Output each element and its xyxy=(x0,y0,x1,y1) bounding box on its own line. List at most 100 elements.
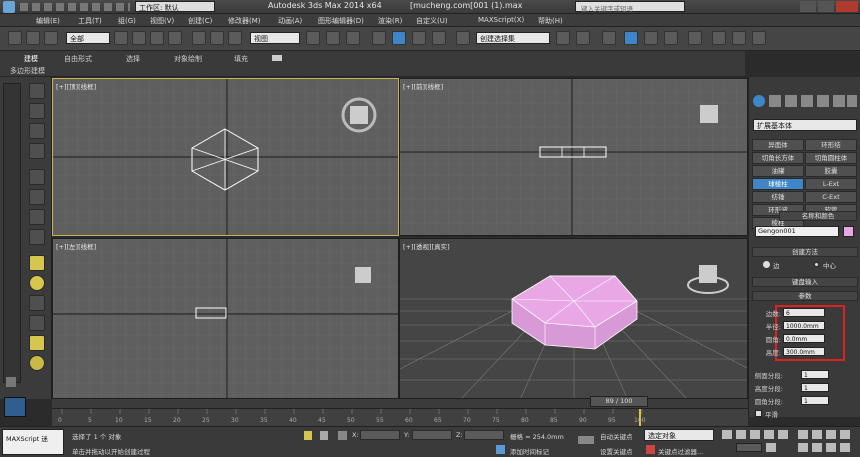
window-close-icon[interactable] xyxy=(836,1,858,12)
menu-graph-editors[interactable]: 图形编辑器(D) xyxy=(318,16,364,26)
shapes-icon[interactable] xyxy=(769,95,781,107)
x-coordinate-field[interactable] xyxy=(360,430,400,440)
key-filters-button[interactable]: 关键点过滤器... xyxy=(658,446,703,456)
mirror-icon[interactable] xyxy=(556,31,570,45)
add-time-tag-label[interactable]: 添加时间标记 xyxy=(510,446,549,456)
snap-toggle-icon[interactable] xyxy=(372,31,386,45)
zoom-extents-icon[interactable] xyxy=(826,430,836,439)
btn-c-ext[interactable]: C-Ext xyxy=(805,191,857,203)
geometry-icon[interactable] xyxy=(753,95,765,107)
param-height-field[interactable]: 300.0mm xyxy=(783,347,825,356)
param-fillet-field[interactable]: 0.0mm xyxy=(783,334,825,343)
viewport-layout-icon[interactable] xyxy=(4,397,26,417)
rollout-parameters[interactable]: 参数 xyxy=(752,291,858,301)
min-max-toggle-icon[interactable] xyxy=(840,443,850,452)
viewport-perspective[interactable]: [+][透视][真实] xyxy=(399,238,748,399)
keyboard-shortcut-icon[interactable] xyxy=(346,31,360,45)
reference-coord-dropdown[interactable]: 视图 xyxy=(250,32,300,44)
sphere-icon[interactable] xyxy=(29,275,45,291)
auto-key-button[interactable]: 自动关键点 xyxy=(600,431,633,441)
scene-explorer-strip[interactable] xyxy=(3,83,21,383)
selected-object-dropdown[interactable]: 选定对象 xyxy=(644,429,714,441)
menu-maxscript[interactable]: MAXScript(X) xyxy=(478,16,524,24)
select-manipulate-icon[interactable] xyxy=(326,31,340,45)
fov-icon[interactable] xyxy=(798,443,808,452)
z-coordinate-field[interactable] xyxy=(464,430,504,440)
menu-group[interactable]: 组(G) xyxy=(118,16,136,26)
rendered-frame-icon[interactable] xyxy=(732,31,746,45)
workspace-dropdown[interactable]: 工作区: 默认 xyxy=(135,1,215,12)
render-setup-icon[interactable] xyxy=(712,31,726,45)
btn-l-ext[interactable]: L-Ext xyxy=(805,178,857,190)
pan-icon[interactable] xyxy=(812,443,822,452)
rect-selection-icon[interactable] xyxy=(150,31,164,45)
spinner-snap-icon[interactable] xyxy=(432,31,446,45)
btn-oil-tank[interactable]: 油罐 xyxy=(752,165,804,177)
time-slider-handle[interactable]: 89 / 100 xyxy=(590,396,648,407)
seg-fillet-field[interactable]: 1 xyxy=(801,396,829,405)
viewport-left-label[interactable]: [+][左][线框] xyxy=(56,241,96,251)
spacewarp-icon[interactable] xyxy=(29,229,45,245)
quick-access-icons[interactable] xyxy=(20,3,130,11)
spacewarps-icon[interactable] xyxy=(833,95,845,107)
unlink-icon[interactable] xyxy=(26,31,40,45)
zoom-icon[interactable] xyxy=(798,430,808,439)
set-key-button[interactable]: 设置关键点 xyxy=(600,446,633,456)
param-sides-field[interactable]: 6 xyxy=(783,308,825,317)
menu-customize[interactable]: 自定义(U) xyxy=(416,16,448,26)
btn-capsule[interactable]: 胶囊 xyxy=(805,165,857,177)
box-icon[interactable] xyxy=(29,255,45,271)
angle-snap-icon[interactable] xyxy=(392,31,406,45)
radio-edge[interactable] xyxy=(763,261,770,268)
torus-icon[interactable] xyxy=(29,355,45,371)
pivot-center-icon[interactable] xyxy=(306,31,320,45)
key-filter-icon[interactable] xyxy=(646,445,655,454)
time-slider-track[interactable]: 89 / 100 xyxy=(52,396,748,408)
helpers-icon[interactable] xyxy=(817,95,829,107)
menu-rendering[interactable]: 渲染(R) xyxy=(378,16,402,26)
ribbon-tab-modeling[interactable]: 建模 xyxy=(24,54,38,64)
rollout-creation-method[interactable]: 创建方法 xyxy=(752,247,858,257)
geometry-category-dropdown[interactable]: 扩展基本体 xyxy=(753,119,857,131)
schematic-view-icon[interactable] xyxy=(664,31,678,45)
named-selection-dropdown[interactable]: 创建选择集 xyxy=(476,32,550,44)
search-field[interactable]: 键入关键字或短语 xyxy=(575,1,685,13)
menu-edit[interactable]: 编辑(E) xyxy=(36,16,60,26)
ribbon-tab-selection[interactable]: 选择 xyxy=(126,54,140,64)
maximize-viewport-icon[interactable] xyxy=(840,430,850,439)
go-to-start-icon[interactable] xyxy=(722,430,732,439)
layer-manager-icon[interactable] xyxy=(602,31,616,45)
curve-editor-icon[interactable] xyxy=(644,31,658,45)
radio-center[interactable] xyxy=(813,261,820,268)
go-to-end-icon[interactable] xyxy=(778,430,788,439)
rotate-icon[interactable] xyxy=(210,31,224,45)
viewport-top-label[interactable]: [+][顶][线框] xyxy=(56,81,96,91)
time-config-icon[interactable] xyxy=(766,443,776,452)
sun-icon[interactable] xyxy=(29,335,45,351)
ribbon-tab-populate[interactable]: 填充 xyxy=(234,54,248,64)
select-by-name-icon[interactable] xyxy=(132,31,146,45)
transform-mode-icon[interactable] xyxy=(338,431,347,440)
next-frame-icon[interactable] xyxy=(764,430,774,439)
lights-icon[interactable] xyxy=(785,95,797,107)
systems-icon[interactable] xyxy=(847,95,857,107)
object-color-swatch[interactable] xyxy=(843,226,854,237)
btn-chamfer-cyl[interactable]: 切角圆柱体 xyxy=(805,152,857,164)
btn-hedra[interactable]: 异面体 xyxy=(752,139,804,151)
param-radius-field[interactable]: 1000.0mm xyxy=(783,321,825,330)
btn-chamfer-box[interactable]: 切角长方体 xyxy=(752,152,804,164)
ribbon-tab-freeform[interactable]: 自由形式 xyxy=(64,54,92,64)
window-minimize-icon[interactable] xyxy=(800,1,816,12)
percent-snap-icon[interactable] xyxy=(412,31,426,45)
timeline-ruler[interactable]: 0 5 10 15 20 25 30 35 40 45 50 55 60 65 … xyxy=(52,408,748,427)
btn-torus-knot[interactable]: 环形结 xyxy=(805,139,857,151)
window-maximize-icon[interactable] xyxy=(818,1,834,12)
viewport-left[interactable]: [+][左][线框] xyxy=(52,238,399,399)
viewport-front-label[interactable]: [+][前][线框] xyxy=(403,81,443,91)
menu-animation[interactable]: 动画(A) xyxy=(278,16,302,26)
object-list-icon[interactable] xyxy=(29,103,45,119)
teapot-icon[interactable] xyxy=(29,83,45,99)
seg-height-field[interactable]: 1 xyxy=(801,383,829,392)
maxscript-listener[interactable]: MAXScript 迷 xyxy=(2,429,64,455)
ribbon-toggle-icon[interactable] xyxy=(624,31,638,45)
